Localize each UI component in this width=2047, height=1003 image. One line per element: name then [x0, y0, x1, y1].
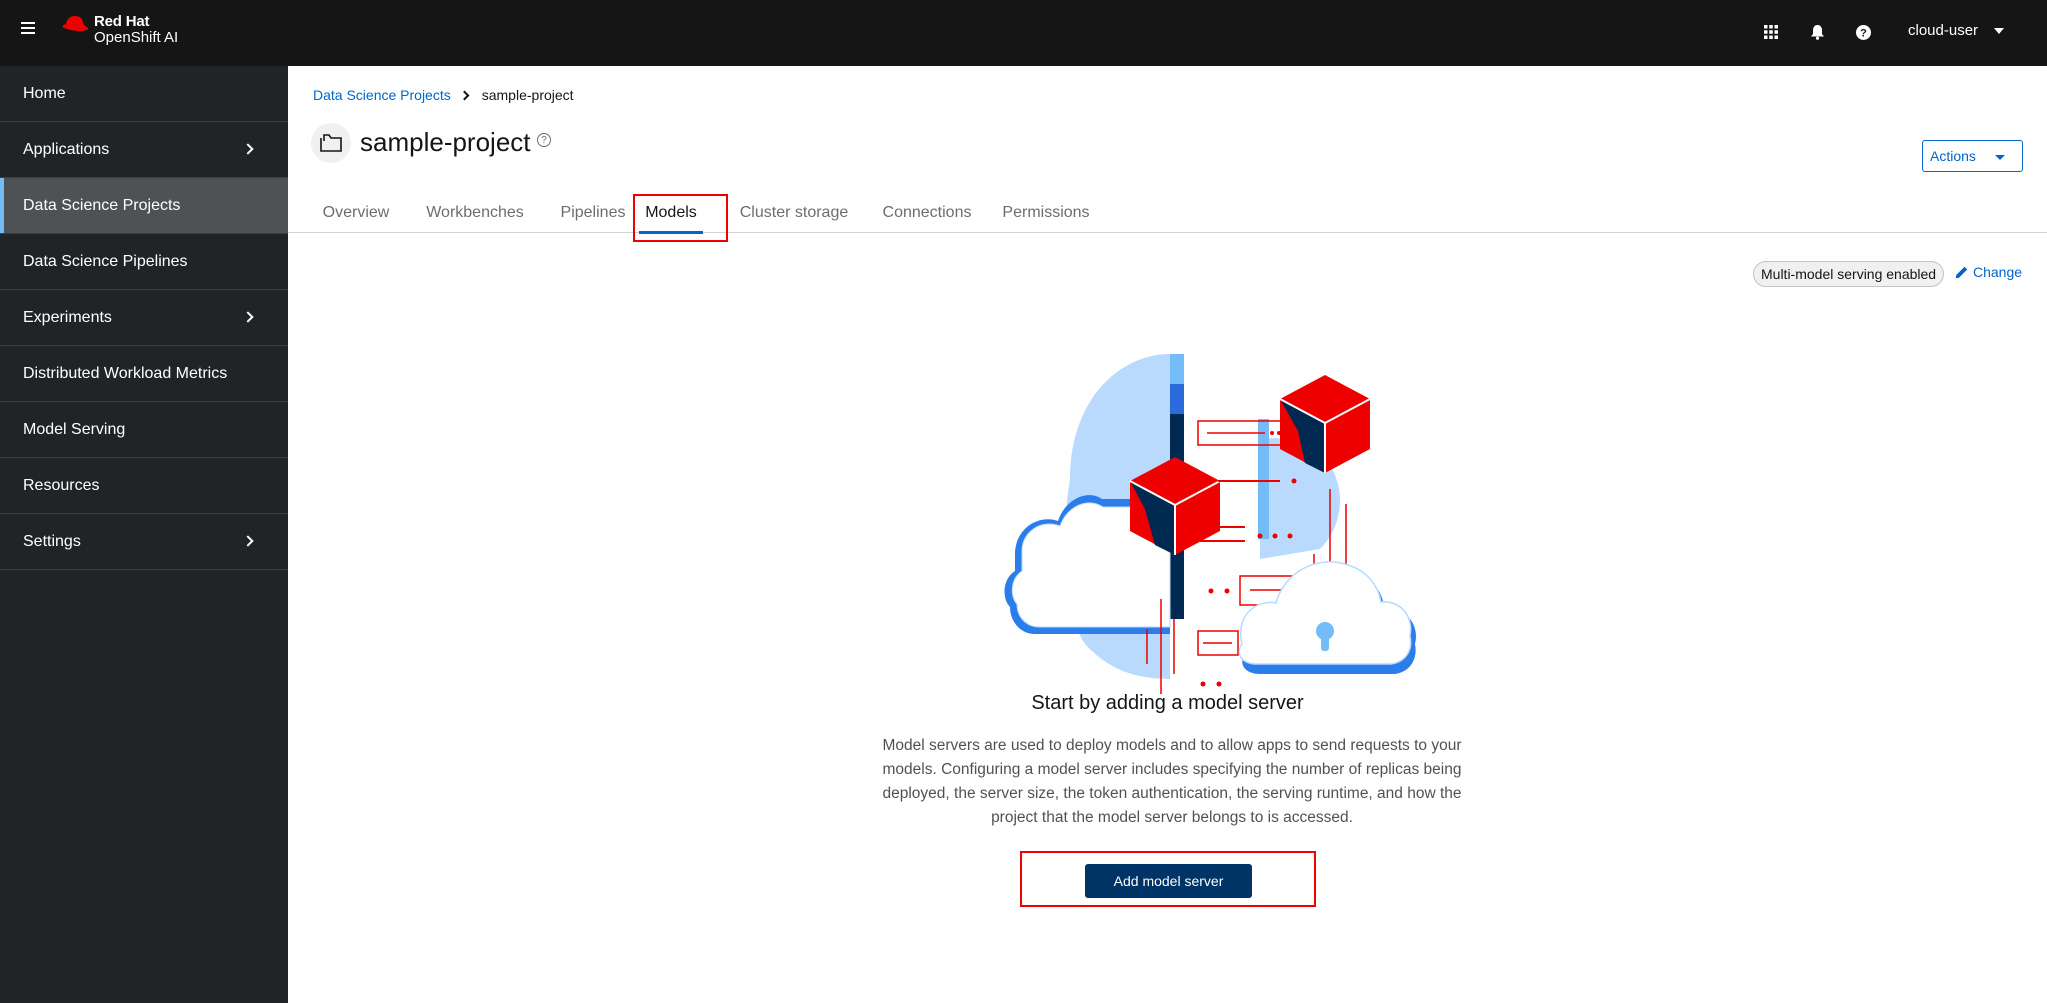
apps-grid-icon[interactable] — [1760, 21, 1782, 43]
breadcrumb-current: sample-project — [481, 87, 574, 103]
product-name: OpenShift AI — [94, 29, 179, 46]
chevron-right-icon — [242, 535, 254, 547]
project-tabs: Overview Workbenches Pipelines Models Cl… — [288, 192, 2047, 234]
bell-icon[interactable] — [1806, 21, 1828, 43]
user-name: cloud-user — [1908, 22, 1979, 39]
chevron-right-icon — [459, 90, 470, 100]
change-serving-link[interactable]: Change — [1955, 264, 2022, 280]
svg-text:?: ? — [1860, 27, 1867, 39]
help-icon[interactable]: ? — [1852, 21, 1874, 43]
brand-logo[interactable]: Red Hat OpenShift AI — [60, 14, 178, 46]
sidebar-item-label: Home — [23, 84, 66, 102]
sidebar-item-label: Applications — [23, 140, 110, 158]
breadcrumb-link-projects[interactable]: Data Science Projects — [313, 87, 451, 103]
tab-permissions[interactable]: Permissions — [999, 192, 1093, 233]
add-model-server-button[interactable]: Add model server — [1085, 864, 1252, 898]
sidebar-item-label: Resources — [23, 476, 100, 494]
red-hat-logo-icon — [62, 16, 89, 33]
hamburger-menu-icon[interactable] — [21, 22, 35, 34]
sidebar-nav: Home Applications Data Science Projects … — [0, 66, 288, 1003]
tab-cluster-storage[interactable]: Cluster storage — [734, 192, 854, 233]
masthead: Red Hat OpenShift AI ? cloud-user — [0, 0, 2047, 66]
tab-overview[interactable]: Overview — [320, 192, 392, 233]
chevron-right-icon — [242, 143, 254, 155]
sidebar-item-settings[interactable]: Settings — [0, 514, 288, 570]
pencil-icon — [1955, 266, 1968, 278]
caret-down-icon — [1995, 155, 2005, 160]
tab-pipelines[interactable]: Pipelines — [554, 192, 632, 233]
sidebar-item-label: Experiments — [23, 308, 112, 326]
sidebar-item-label: Data Science Projects — [23, 196, 181, 214]
tab-models[interactable]: Models — [635, 192, 707, 234]
sidebar-item-label: Data Science Pipelines — [23, 252, 188, 270]
sidebar-item-model-serving[interactable]: Model Serving — [0, 402, 288, 458]
chevron-right-icon — [242, 311, 254, 323]
sidebar-item-label: Model Serving — [23, 420, 126, 438]
sidebar-item-label: Distributed Workload Metrics — [23, 364, 228, 382]
sidebar-item-home[interactable]: Home — [0, 66, 288, 122]
chevron-down-icon — [1994, 27, 2005, 34]
change-label: Change — [1973, 264, 2023, 280]
sidebar-item-applications[interactable]: Applications — [0, 122, 288, 178]
model-server-illustration — [1004, 354, 1416, 694]
actions-label: Actions — [1930, 148, 1976, 164]
page-title: sample-project — [360, 127, 531, 157]
actions-dropdown[interactable]: Actions — [1922, 140, 2023, 172]
project-folder-icon — [311, 123, 351, 163]
sidebar-item-resources[interactable]: Resources — [0, 458, 288, 514]
empty-state-title: Start by adding a model server — [1031, 692, 1304, 714]
main-content: Data Science Projects sample-project sam… — [288, 66, 2047, 1003]
breadcrumb: Data Science Projects sample-project — [313, 87, 574, 103]
sidebar-item-data-science-projects[interactable]: Data Science Projects — [0, 178, 288, 234]
sidebar-item-label: Settings — [23, 532, 81, 550]
sidebar-item-experiments[interactable]: Experiments — [0, 290, 288, 346]
empty-state-description: Model servers are used to deploy models … — [882, 737, 1462, 826]
serving-mode-badge: Multi-model serving enabled — [1753, 261, 1945, 287]
tab-connections[interactable]: Connections — [877, 192, 977, 233]
sidebar-item-distributed-workload-metrics[interactable]: Distributed Workload Metrics — [0, 346, 288, 402]
brand-name: Red Hat — [94, 13, 150, 30]
user-menu[interactable]: cloud-user — [1908, 22, 2005, 39]
tab-workbenches[interactable]: Workbenches — [422, 192, 528, 233]
sidebar-item-data-science-pipelines[interactable]: Data Science Pipelines — [0, 234, 288, 290]
help-circle-icon[interactable]: ? — [537, 133, 551, 147]
